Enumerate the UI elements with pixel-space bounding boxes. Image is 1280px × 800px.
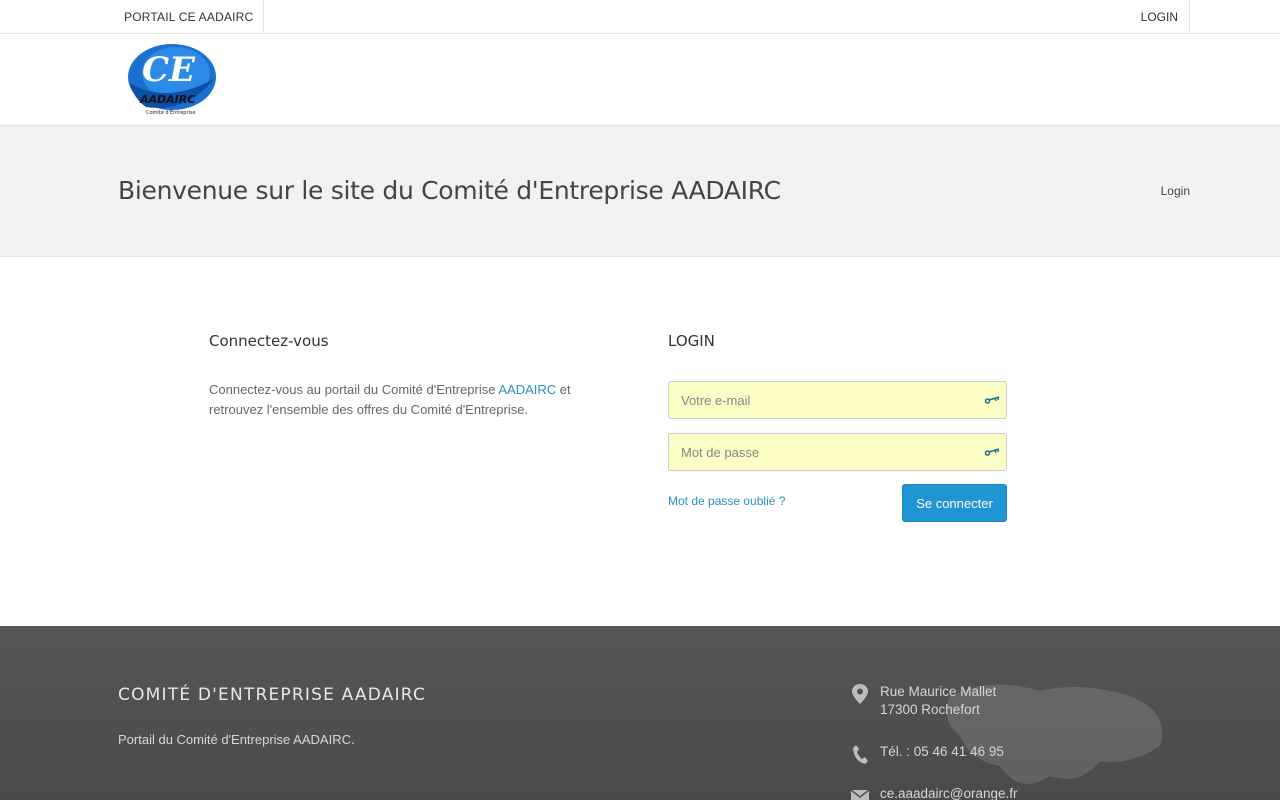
logo-ce: CE (142, 50, 196, 90)
page-title-band: Bienvenue sur le site du Comité d'Entrep… (0, 126, 1280, 257)
intro-text-before: Connectez-vous au portail du Comité d'En… (209, 382, 499, 397)
portal-link[interactable]: PORTAIL CE AADAIRC (118, 0, 265, 34)
password-input[interactable] (669, 434, 1006, 470)
aadairc-link[interactable]: AADAIRC (498, 382, 556, 397)
phone-number: Tél. : 05 46 41 46 95 (880, 744, 1004, 759)
forgot-password-link[interactable]: Mot de passe oublié ? (668, 494, 785, 508)
login-form: LOGIN Mot de passe oublié ? Se connecter (668, 332, 1007, 522)
email-input[interactable] (669, 382, 1006, 418)
login-heading: LOGIN (668, 332, 715, 350)
key-icon[interactable] (984, 392, 1000, 408)
phone-icon (853, 745, 868, 764)
password-field-wrapper (668, 433, 1007, 471)
address-line-2: 17300 Rochefort (880, 702, 980, 717)
intro-heading: Connectez-vous (209, 332, 329, 350)
top-login-label: LOGIN (1140, 10, 1178, 24)
top-bar: PORTAIL CE AADAIRC LOGIN (0, 0, 1280, 34)
email-field-wrapper (668, 381, 1007, 419)
footer-title: COMITÉ D'ENTREPRISE AADAIRC (118, 685, 427, 705)
intro-section: Connectez-vous Connectez-vous au portail… (209, 332, 609, 420)
intro-text: Connectez-vous au portail du Comité d'En… (209, 380, 609, 420)
map-pin-icon (852, 684, 868, 704)
breadcrumb[interactable]: Login (1161, 184, 1190, 198)
portal-link-label: PORTAIL CE AADAIRC (124, 10, 254, 24)
logo-tagline: Comité d'Entreprise (146, 109, 196, 116)
envelope-icon (850, 789, 870, 800)
footer-description: Portail du Comité d'Entreprise AADAIRC. (118, 732, 355, 747)
address-line-1: Rue Maurice Mallet (880, 684, 997, 699)
top-login-link[interactable]: LOGIN (1141, 0, 1190, 34)
logo-name: AADAIRC (139, 93, 195, 106)
email-address[interactable]: ce.aaadairc@orange.fr (880, 785, 1018, 800)
page-title: Bienvenue sur le site du Comité d'Entrep… (118, 176, 781, 205)
ce-aadairc-logo[interactable]: CE AADAIRC Comité d'Entreprise (126, 43, 218, 119)
site-footer: COMITÉ D'ENTREPRISE AADAIRC Portail du C… (0, 626, 1280, 800)
key-icon[interactable] (984, 444, 1000, 460)
login-button[interactable]: Se connecter (902, 484, 1007, 522)
site-header: CE AADAIRC Comité d'Entreprise (0, 34, 1280, 126)
